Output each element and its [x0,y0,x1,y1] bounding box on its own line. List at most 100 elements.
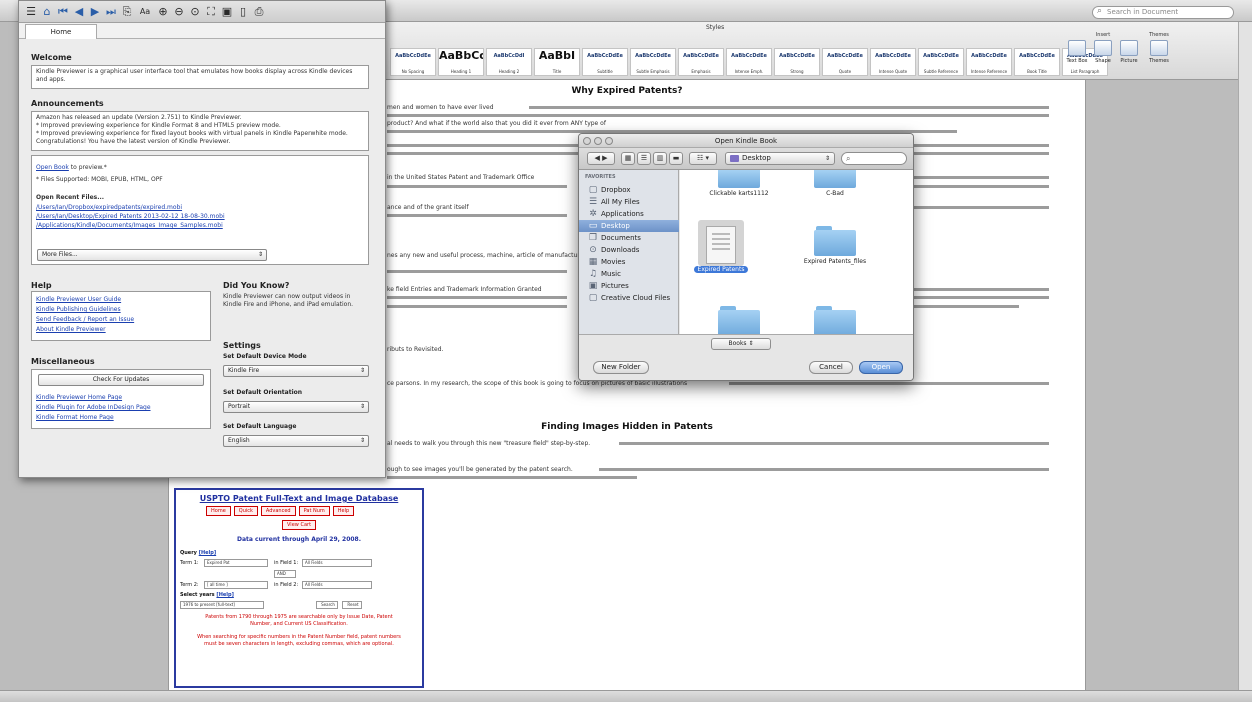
language-select[interactable]: English ⇕ [223,435,369,447]
cancel-button[interactable]: Cancel [809,361,853,374]
sidebar-item-music[interactable]: ♫ Music [579,268,679,280]
ribbon-insert-groups: Insert Text Box Shape Picture Themes Themes [1066,32,1170,64]
device-mode-select[interactable]: Kindle Fire ⇕ [223,365,369,377]
ribbon-button[interactable]: Shape [1092,40,1114,64]
sidebar-item-creative-cloud-files[interactable]: ▢ Creative Cloud Files [579,292,679,304]
previous-page-icon[interactable]: ◀ [73,5,85,18]
open-button[interactable]: Open [859,361,903,374]
zoom-window-icon[interactable] [605,137,613,145]
icon-view-button[interactable]: ▦ [621,152,635,165]
recent-file-link[interactable]: /Applications/Kindle/Documents/Images_Im… [36,222,223,230]
folder-item[interactable]: Expired Patents_files [800,226,870,265]
ribbon-group: Insert Text Box Shape Picture [1066,32,1140,64]
export-icon[interactable]: ⎙ [253,5,265,19]
file-name: Expired Patents_files [803,258,867,265]
uspto-nav-button: Quick [233,506,258,516]
help-link[interactable]: Kindle Publishing Guidelines [36,306,121,314]
sidebar-item-label: Pictures [601,282,629,290]
sidebar-item-label: Documents [601,234,641,242]
doc-text-line [387,114,1049,117]
help-link[interactable]: Kindle Previewer User Guide [36,296,121,304]
style-tile[interactable]: AaBbCcDdEe Book Title [1014,48,1060,76]
check-for-updates-button[interactable]: Check For Updates [38,374,204,386]
style-name: Intense Emph. [734,69,764,74]
page-view-icon[interactable]: ▯ [237,5,249,18]
fullscreen-icon[interactable]: ⛶ [205,5,217,19]
all-files-icon: ☰ [588,197,598,207]
sidebar-item-applications[interactable]: ✲ Applications [579,208,679,220]
open-book-link[interactable]: Open Book [36,164,69,171]
file-name: C-Bad [826,190,844,197]
sidebar-item-dropbox[interactable]: ▢ Dropbox [579,184,679,196]
new-folder-button[interactable]: New Folder [593,361,649,374]
recent-file-link[interactable]: /Users/Ian/Dropbox/expiredpatents/expire… [36,204,182,212]
style-tile[interactable]: AaBbCcDdEe Intense Quote [870,48,916,76]
sidebar-item-movies[interactable]: ▦ Movies [579,256,679,268]
ribbon-button[interactable]: Picture [1118,40,1140,64]
first-page-icon[interactable]: ⏮ [57,5,69,19]
style-tile[interactable]: AaBbCcDdEe Quote [822,48,868,76]
goto-page-icon[interactable]: ⎘ [121,5,133,19]
next-page-icon[interactable]: ▶ [89,5,101,18]
misc-link[interactable]: Kindle Previewer Home Page [36,394,122,402]
folder-item[interactable]: C-Bad [800,170,870,197]
folder-item[interactable] [704,300,774,336]
ribbon-section-label: Styles [706,24,725,31]
document-item[interactable]: Expired Patents [686,226,756,273]
sidebar-item-desktop[interactable]: ▭ Desktop [579,220,679,232]
recent-file-link[interactable]: /Users/Ian/Desktop/Expired Patents 2013-… [36,213,225,221]
style-tile[interactable]: AaBbCcDdEe No Spacing [390,48,436,76]
font-size-icon[interactable]: Aa [137,7,153,16]
style-tile[interactable]: AaBbCcDdI Heading 2 [486,48,532,76]
ribbon-group-title: Themes [1149,32,1169,38]
doc-text-line [909,206,1049,209]
folder-item[interactable]: Clickable karts1112 [704,170,774,197]
style-tile[interactable]: AaBbCcDdEe Subtle Emphasis [630,48,676,76]
misc-link[interactable]: Kindle Plugin for Adobe InDesign Page [36,404,151,412]
style-tile[interactable]: AaBbCcI Heading 1 [438,48,484,76]
column-view-button[interactable]: ▥ [653,152,667,165]
word-search-input[interactable]: Search in Document [1092,6,1234,19]
sidebar-item-label: Movies [601,258,626,266]
help-link[interactable]: Send Feedback / Report an Issue [36,316,134,324]
tab-home[interactable]: Home [25,24,97,39]
dialog-search-input[interactable]: ⌕ [841,152,907,165]
style-tile[interactable]: AaBbCcDdEe Intense Reference [966,48,1012,76]
ribbon-button[interactable]: Text Box [1066,40,1088,64]
sidebar-item-all-my-files[interactable]: ☰ All My Files [579,196,679,208]
style-tile[interactable]: AaBbCcDdEe Subtitle [582,48,628,76]
folder-icon [814,170,856,188]
style-tile[interactable]: AaBbCcDdEe Emphasis [678,48,724,76]
coverflow-view-button[interactable]: ▬ [669,152,683,165]
file-name: Clickable karts1112 [709,190,769,197]
sidebar-toggle-icon[interactable]: ☰ [25,5,37,18]
word-vertical-scrollbar[interactable] [1238,22,1252,690]
minimize-window-icon[interactable] [594,137,602,145]
arrange-button[interactable]: ☷ ▾ [689,152,717,165]
close-window-icon[interactable] [583,137,591,145]
sidebar-item-pictures[interactable]: ▣ Pictures [579,280,679,292]
list-view-button[interactable]: ☰ [637,152,651,165]
sidebar-item-label: Downloads [601,246,640,254]
misc-link[interactable]: Kindle Format Home Page [36,414,114,422]
file-format-select[interactable]: Books ⇕ [711,338,771,350]
style-tile[interactable]: AaBbCcDdEe Strong [774,48,820,76]
style-tile[interactable]: AaBbI Title [534,48,580,76]
sidebar-item-documents[interactable]: ❐ Documents [579,232,679,244]
zoom-in-icon[interactable]: ⊕ [157,5,169,18]
ribbon-button[interactable]: Themes [1148,40,1170,64]
style-tile[interactable]: AaBbCcDdEe Intense Emph. [726,48,772,76]
location-popup[interactable]: Desktop ⇕ [725,152,835,165]
sidebar-item-downloads[interactable]: ⊙ Downloads [579,244,679,256]
more-files-select[interactable]: More Files... ⇕ [37,249,267,261]
zoom-reset-icon[interactable]: ⊙ [189,5,201,18]
folder-item[interactable] [800,300,870,336]
orientation-select[interactable]: Portrait ⇕ [223,401,369,413]
home-icon[interactable]: ⌂ [41,5,53,18]
help-link[interactable]: About Kindle Previewer [36,326,106,334]
device-view-icon[interactable]: ▣ [221,5,233,18]
zoom-out-icon[interactable]: ⊖ [173,5,185,18]
back-forward-buttons[interactable]: ◀ ▶ [587,152,615,165]
last-page-icon[interactable]: ⏭ [105,5,117,19]
style-tile[interactable]: AaBbCcDdEe Subtle Reference [918,48,964,76]
